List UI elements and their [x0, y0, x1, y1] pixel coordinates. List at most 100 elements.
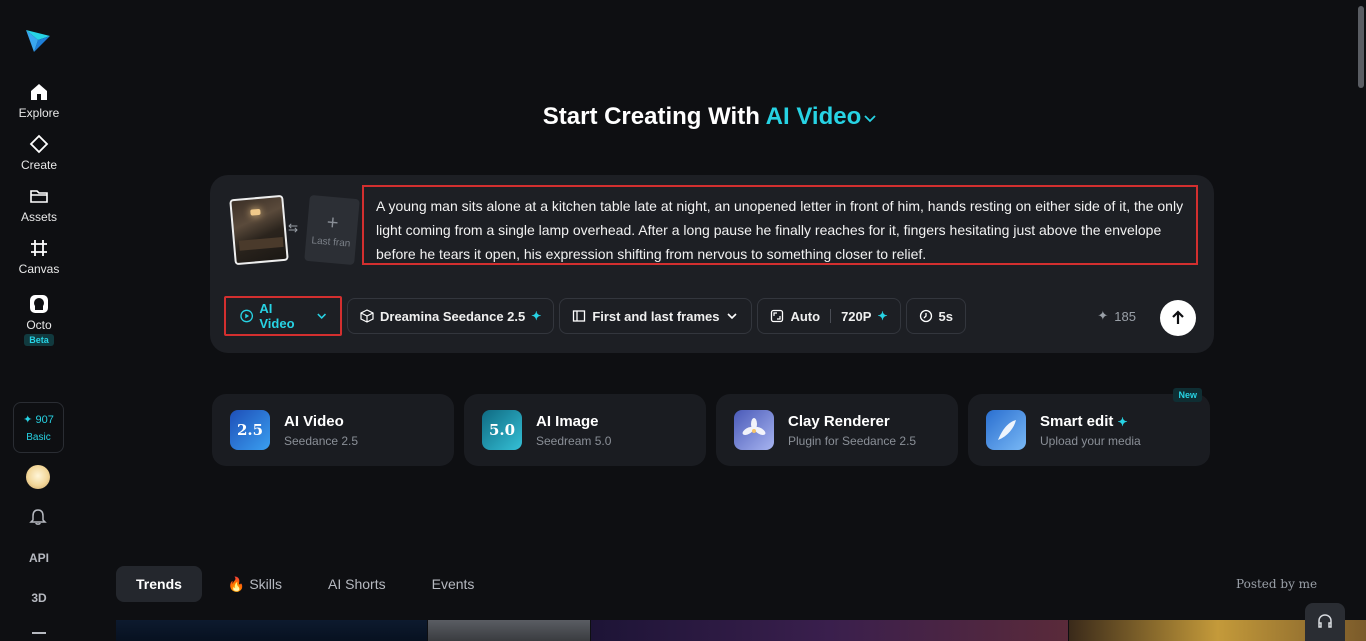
octo-icon: [30, 295, 48, 313]
divider: [830, 309, 832, 323]
title-mode-dropdown[interactable]: AI Video: [766, 103, 878, 130]
sidebar-item-octo[interactable]: Octo Beta: [0, 294, 78, 346]
beta-badge: Beta: [24, 334, 54, 346]
gallery-thumbnail[interactable]: [116, 620, 428, 641]
new-badge: New: [1173, 388, 1202, 402]
seedance-icon: 2.5: [230, 410, 270, 450]
title-prefix: Start Creating With: [542, 103, 760, 130]
tab-skills[interactable]: 🔥 Skills: [208, 566, 302, 602]
home-icon: [31, 84, 47, 100]
sidebar-item-create[interactable]: Create: [0, 134, 78, 172]
mode-selector[interactable]: AI Video: [224, 296, 342, 336]
card-smart-edit[interactable]: New Smart edit ✦ Upload your media: [968, 388, 1210, 466]
model-selector[interactable]: Dreamina Seedance 2.5 ✦: [347, 298, 555, 334]
card-ai-image[interactable]: 5.0 AI Image Seedream 5.0: [464, 394, 706, 466]
credits-box[interactable]: ✦ 907 Basic: [13, 402, 64, 453]
send-button[interactable]: [1160, 300, 1196, 336]
resolution-label: 720P: [841, 308, 872, 324]
swap-icon[interactable]: ⇆: [288, 221, 302, 235]
sidebar-item-label: Canvas: [18, 262, 60, 276]
prompt-toolbar: AI Video Dreamina Seedance 2.5 ✦ First a…: [224, 296, 966, 336]
cube-icon: [360, 309, 374, 323]
cost-value: 185: [1114, 308, 1136, 324]
sidebar: Explore Create Assets Canvas Octo Beta ✦…: [0, 0, 78, 641]
model-label: Dreamina Seedance 2.5: [380, 308, 526, 324]
credits-count: ✦ 907: [23, 413, 54, 426]
aspect-ratio-icon: [771, 309, 784, 323]
sidebar-item-canvas[interactable]: Canvas: [0, 238, 78, 276]
bell-icon[interactable]: [29, 508, 47, 526]
video-play-icon: [240, 309, 254, 323]
seedream-icon: 5.0: [482, 410, 522, 450]
ratio-resolution-selector[interactable]: Auto 720P ✦: [757, 298, 901, 334]
sidebar-item-label: Octo: [26, 318, 52, 332]
mode-label: AI Video: [259, 301, 295, 331]
sidebar-item-label: Create: [20, 158, 58, 172]
arrow-up-icon: [1172, 310, 1184, 324]
gallery-thumbnail[interactable]: [590, 620, 1068, 641]
frames-label: First and last frames: [592, 308, 720, 324]
prompt-textarea[interactable]: A young man sits alone at a kitchen tabl…: [362, 185, 1198, 265]
tab-ai-shorts[interactable]: AI Shorts: [308, 566, 406, 602]
sparkle-icon: ✦: [1117, 414, 1128, 429]
duration-selector[interactable]: 5s: [905, 298, 966, 334]
diamond-icon: [29, 134, 49, 154]
feather-icon: [986, 410, 1026, 450]
lamp-shape: [250, 208, 261, 216]
feature-cards: 2.5 AI Video Seedance 2.5 5.0 AI Image See…: [212, 388, 1210, 466]
sidebar-item-assets[interactable]: Assets: [0, 186, 78, 224]
folder-icon: [30, 190, 48, 203]
frames-icon: [573, 310, 586, 322]
card-title: Smart edit ✦: [1040, 413, 1141, 430]
gallery-thumbnail[interactable]: [428, 620, 590, 641]
frames-selector[interactable]: First and last frames: [559, 298, 753, 334]
chevron-down-icon: [727, 313, 738, 320]
chevron-down-icon: [316, 313, 326, 319]
plan-label: Basic: [26, 431, 51, 443]
clock-icon: [919, 309, 932, 323]
menu-icon[interactable]: [32, 632, 46, 634]
card-ai-video[interactable]: 2.5 AI Video Seedance 2.5: [212, 394, 454, 466]
card-subtitle: Upload your media: [1040, 433, 1141, 448]
canvas-icon: [31, 240, 47, 256]
last-frame-label: Last fran: [311, 234, 351, 250]
sparkle-icon: ✦: [531, 309, 542, 323]
card-subtitle: Seedance 2.5: [284, 433, 359, 448]
tab-events[interactable]: Events: [412, 566, 495, 602]
scrollbar[interactable]: [1358, 6, 1364, 88]
tab-trends[interactable]: Trends: [116, 566, 202, 602]
flower-icon: [734, 410, 774, 450]
first-frame-thumbnail[interactable]: [229, 194, 289, 266]
logo-icon[interactable]: [24, 26, 52, 54]
page-title: Start Creating With AI Video: [0, 103, 1366, 131]
content-tabs: Trends 🔥 Skills AI Shorts Events: [116, 566, 494, 602]
gallery-strip: [116, 620, 1366, 641]
app-root: Explore Create Assets Canvas Octo Beta ✦…: [0, 0, 1366, 641]
table-shape: [238, 236, 284, 251]
card-title: AI Image: [536, 412, 599, 430]
tab-label: Skills: [249, 576, 283, 592]
prompt-panel: ⇆ + Last fran A young man sits alone at …: [210, 175, 1214, 353]
card-subtitle: Plugin for Seedance 2.5: [788, 433, 917, 448]
card-subtitle: Seedream 5.0: [536, 433, 612, 448]
sparkle-icon: ✦: [1097, 308, 1109, 323]
card-title: Clay Renderer: [788, 412, 890, 430]
posted-by-filter[interactable]: Posted by me: [1236, 577, 1317, 591]
headset-icon: [1318, 614, 1332, 628]
last-frame-slot[interactable]: + Last fran: [304, 194, 360, 266]
credits-value: 907: [35, 413, 54, 426]
card-clay-renderer[interactable]: Clay Renderer Plugin for Seedance 2.5: [716, 394, 958, 466]
chevron-down-icon: [864, 115, 876, 122]
api-link[interactable]: API: [0, 551, 78, 565]
title-mode-label: AI Video: [765, 103, 862, 130]
plus-icon: +: [325, 211, 340, 234]
fire-icon: 🔥: [227, 575, 246, 592]
sparkle-icon: ✦: [877, 309, 888, 323]
support-button[interactable]: [1305, 603, 1345, 641]
sidebar-item-label: Assets: [20, 210, 57, 224]
generation-cost: ✦ 185: [1097, 308, 1136, 324]
duration-label: 5s: [938, 308, 953, 324]
card-title-text: Smart edit: [1040, 412, 1114, 430]
3d-link[interactable]: 3D: [0, 591, 78, 605]
avatar[interactable]: [26, 465, 50, 489]
